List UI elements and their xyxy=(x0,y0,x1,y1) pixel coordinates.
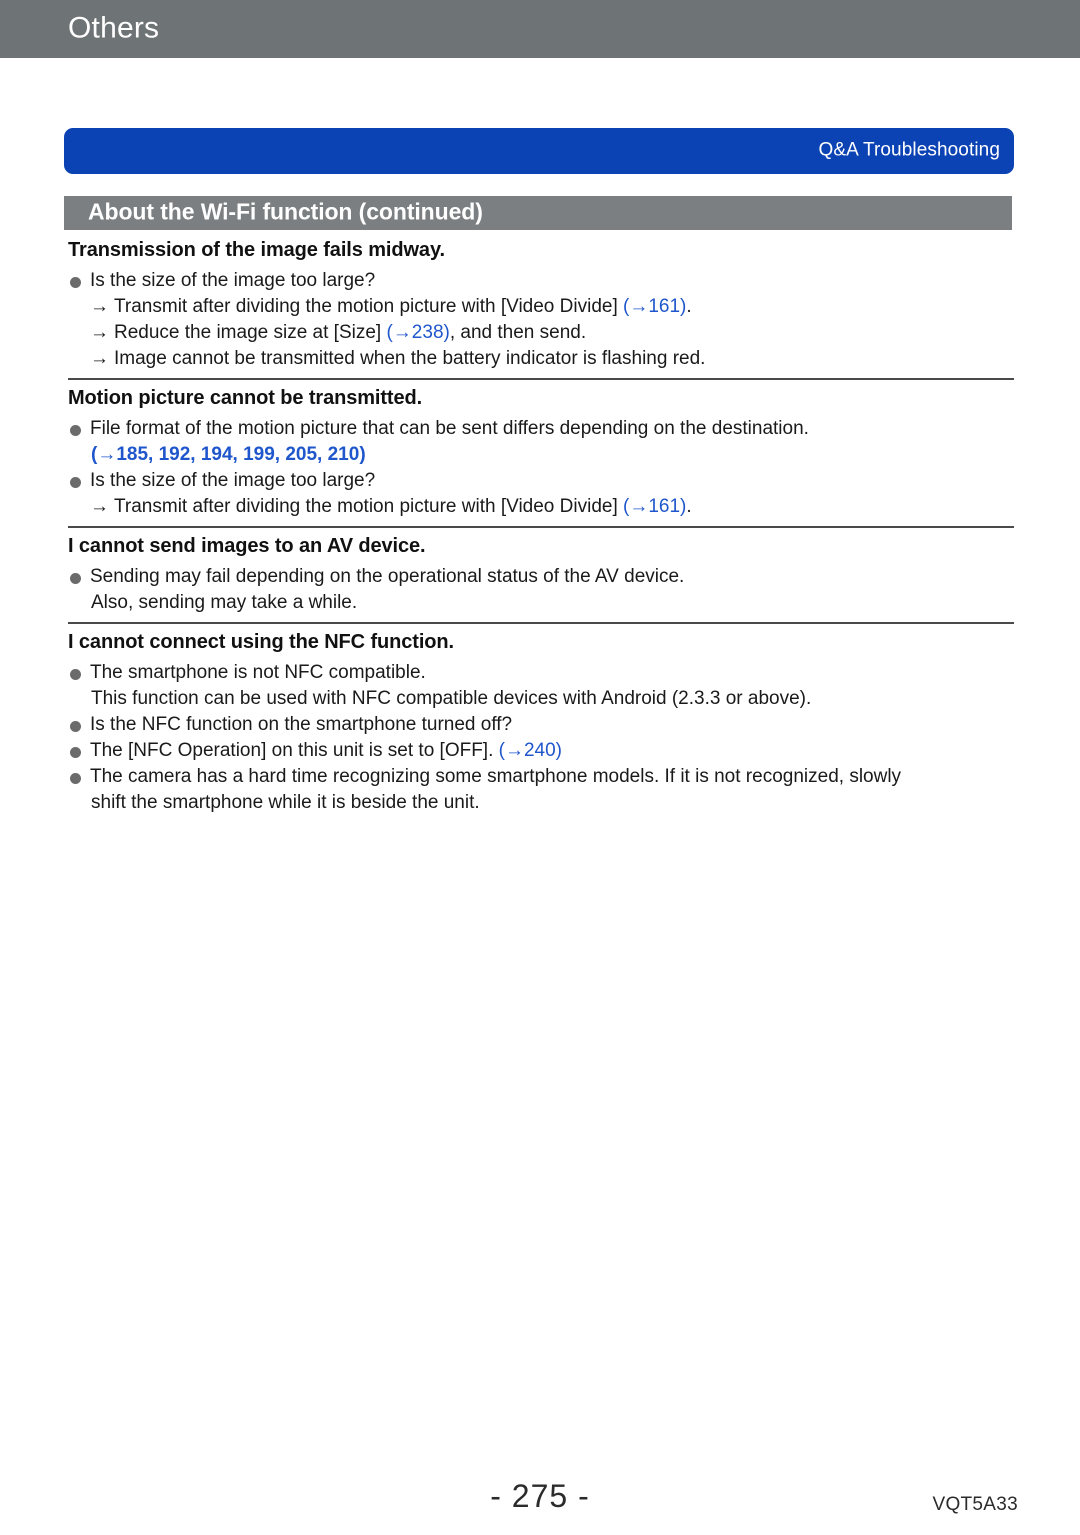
answer-text: The smartphone is not NFC compatible. xyxy=(90,662,426,683)
arrow-icon: → xyxy=(90,296,109,317)
answer-text: Is the size of the image too large? xyxy=(90,470,376,491)
page-reference-link[interactable]: (→238) xyxy=(386,322,449,343)
question-heading: Motion picture cannot be transmitted. xyxy=(68,387,423,409)
bullet-dot-icon xyxy=(70,277,81,288)
answer-bullet-line: Sending may fail depending on the operat… xyxy=(68,564,1014,590)
answer-bullet-line: The camera has a hard time recognizing s… xyxy=(68,764,1014,790)
answer-text: Also, sending may take a while. xyxy=(91,592,358,613)
arrow-icon: → xyxy=(90,322,109,343)
answer-bullet-line: Is the size of the image too large? xyxy=(68,268,1014,294)
answer-bullet-line: The [NFC Operation] on this unit is set … xyxy=(68,738,1014,764)
chapter-title: Others xyxy=(68,11,160,45)
troubleshooting-content: Transmission of the image fails midway. I… xyxy=(68,236,1014,816)
answer-bullet-line: Is the size of the image too large? xyxy=(68,468,1014,494)
answer-text: Image cannot be transmitted when the bat… xyxy=(114,348,706,369)
answer-text: Is the NFC function on the smartphone tu… xyxy=(90,714,513,735)
bullet-dot-icon xyxy=(70,573,81,584)
section-divider xyxy=(68,526,1014,528)
answer-text: The [NFC Operation] on this unit is set … xyxy=(90,740,499,761)
answer-reference-line: (→185, 192, 194, 199, 205, 210) xyxy=(68,442,1014,468)
qa-block: I cannot send images to an AV device. Sen… xyxy=(68,526,1014,616)
qa-block: Motion picture cannot be transmitted. Fil… xyxy=(68,378,1014,520)
bullet-dot-icon xyxy=(70,477,81,488)
answer-text: File format of the motion picture that c… xyxy=(90,418,809,439)
qa-troubleshooting-banner: Q&A Troubleshooting xyxy=(64,128,1014,174)
answer-bullet-line: Is the NFC function on the smartphone tu… xyxy=(68,712,1014,738)
section-divider xyxy=(68,622,1014,624)
answer-text: The camera has a hard time recognizing s… xyxy=(90,766,902,787)
answer-text: Transmit after dividing the motion pictu… xyxy=(114,296,624,317)
question-heading: Transmission of the image fails midway. xyxy=(68,239,445,261)
answer-continuation-line: shift the smartphone while it is beside … xyxy=(68,790,1014,816)
answer-bullet-line: The smartphone is not NFC compatible. xyxy=(68,660,1014,686)
answer-text: shift the smartphone while it is beside … xyxy=(91,792,480,813)
answer-continuation-line: This function can be used with NFC compa… xyxy=(68,686,1014,712)
answer-text: Sending may fail depending on the operat… xyxy=(90,566,685,587)
section-header-bar: About the Wi-Fi function (continued) xyxy=(64,196,1012,230)
bullet-dot-icon xyxy=(70,747,81,758)
bullet-dot-icon xyxy=(70,425,81,436)
answer-arrow-line: → Transmit after dividing the motion pict… xyxy=(68,494,1014,520)
answer-arrow-line: → Reduce the image size at [Size] (→238),… xyxy=(68,320,1014,346)
answer-arrow-line: → Transmit after dividing the motion pict… xyxy=(68,294,1014,320)
answer-text-tail: . xyxy=(686,496,692,517)
question-heading: I cannot connect using the NFC function. xyxy=(68,631,454,653)
document-code: VQT5A33 xyxy=(932,1494,1018,1515)
bullet-dot-icon xyxy=(70,773,81,784)
answer-continuation-line: Also, sending may take a while. xyxy=(68,590,1014,616)
arrow-icon: → xyxy=(90,348,109,369)
page-number: - 275 - xyxy=(490,1478,590,1514)
qa-troubleshooting-label: Q&A Troubleshooting xyxy=(818,139,1000,161)
answer-arrow-line: → Image cannot be transmitted when the ba… xyxy=(68,346,1014,372)
section-divider xyxy=(68,378,1014,380)
answer-text-tail: . xyxy=(686,296,692,317)
answer-text-tail: , and then send. xyxy=(449,322,587,343)
section-title: About the Wi-Fi function (continued) xyxy=(88,198,483,225)
page-reference-link[interactable]: (→240) xyxy=(499,740,562,761)
answer-bullet-line: File format of the motion picture that c… xyxy=(68,416,1014,442)
bullet-dot-icon xyxy=(70,721,81,732)
page-reference-link[interactable]: (→161) xyxy=(623,496,686,517)
answer-text: Is the size of the image too large? xyxy=(90,270,376,291)
qa-block: I cannot connect using the NFC function.… xyxy=(68,622,1014,816)
bullet-dot-icon xyxy=(70,669,81,680)
chapter-header-bar: Others xyxy=(0,0,1080,58)
page-reference-link[interactable]: (→185, 192, 194, 199, 205, 210) xyxy=(90,442,1014,468)
answer-text: This function can be used with NFC compa… xyxy=(91,688,812,709)
answer-text: Transmit after dividing the motion pictu… xyxy=(114,496,624,517)
question-heading: I cannot send images to an AV device. xyxy=(68,535,426,557)
page-reference-link[interactable]: (→161) xyxy=(623,296,686,317)
qa-block: Transmission of the image fails midway. I… xyxy=(68,237,1014,372)
arrow-icon: → xyxy=(90,496,109,517)
answer-text: Reduce the image size at [Size] xyxy=(114,322,387,343)
